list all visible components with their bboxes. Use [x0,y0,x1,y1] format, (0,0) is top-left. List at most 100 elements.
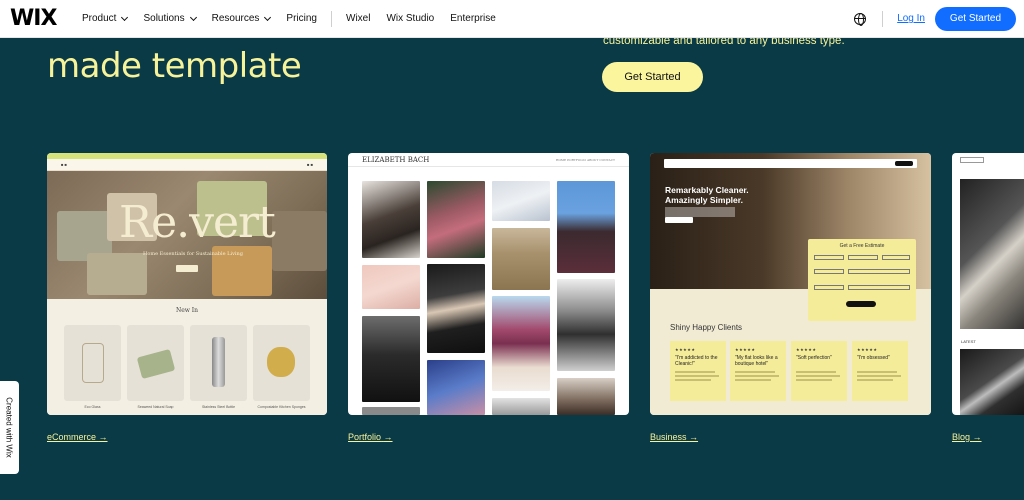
template-link-business[interactable]: Business → [650,432,698,442]
portfolio-photo [557,279,615,371]
ecommerce-tagline: Home Essentials for Sustainable Living [143,251,243,257]
template-label: Blog [952,432,971,442]
product-tile [64,325,121,401]
testimonial-quote: "I'm addicted to the Cleanic!" [675,355,718,367]
ecommerce-products-section: New In Eco Glass Seaweed Natural Soap St… [47,299,327,415]
portfolio-nav: HOME PORTFOLIO ABOUT CONTACT [555,157,615,162]
sponge-illustration [267,347,295,377]
blog-hero-image [960,179,1024,329]
portfolio-photo [427,360,485,415]
get-started-hero-button[interactable]: Get Started [602,62,703,92]
testimonial-card: ★★★★★ "I'm obsessed" [852,341,908,401]
blog-post-image [960,349,1024,415]
menu-solutions[interactable]: Solutions [143,13,197,24]
business-headline-line: Remarkably Cleaner. [665,185,749,195]
product-tile [127,325,184,401]
template-card-blog[interactable]: LATEST [952,153,1024,415]
form-field [848,269,910,274]
preview-nav: ■ ■ ■ ■ [47,159,327,171]
rating-stars-icon: ★★★★★ [857,347,878,352]
new-in-heading: New In [175,307,199,314]
arrow-right-icon: → [98,432,108,442]
portfolio-photo [557,378,615,415]
product-tile [190,325,247,401]
portfolio-photo [427,264,485,353]
top-navigation: WIX Product Solutions Resources Pricing … [0,0,1024,38]
rating-stars-icon: ★★★★★ [675,347,696,352]
product-tile [253,325,310,401]
clients-heading: Shiny Happy Clients [670,323,743,332]
bottle-illustration [212,337,225,387]
text-line [857,379,893,381]
created-with-wix-badge[interactable]: Created with Wix [0,381,19,474]
template-link-blog[interactable]: Blog → [952,432,982,442]
estimate-form: Get a Free Estimate [808,239,916,321]
created-with-wix-text: Created with Wix [5,397,14,458]
business-headline-line: Amazingly Simpler. [665,195,743,205]
testimonial-card: ★★★★★ "Soft perfection" [791,341,847,401]
text-line [857,375,901,377]
portfolio-photo [362,181,420,258]
portfolio-header: ELIZABETH BACH HOME PORTFOLIO ABOUT CONTA… [348,153,629,167]
text-line [735,371,775,373]
form-field [848,285,910,290]
preview-nav-left: ■ ■ [61,162,67,167]
menu-pricing[interactable]: Pricing [286,13,317,24]
template-card-ecommerce[interactable]: ■ ■ ■ ■ Re.vert Home Essentials for Susta… [47,153,327,415]
form-field [814,269,844,274]
globe-icon[interactable] [854,12,867,26]
text-line [675,375,719,377]
nav-actions: Log In Get Started [854,6,1024,31]
portfolio-photo [492,228,550,290]
rating-stars-icon: ★★★★★ [796,347,817,352]
chevron-down-icon [189,13,197,21]
shop-now-button [176,265,198,272]
business-preview-nav [664,159,917,168]
form-field [814,285,844,290]
text-line [796,379,832,381]
wix-logo[interactable]: WIX [10,6,62,31]
menu-wix-studio[interactable]: Wix Studio [386,13,434,24]
menu-product[interactable]: Product [82,13,129,24]
login-link[interactable]: Log In [897,13,925,24]
testimonial-card: ★★★★★ "My flat looks like a boutique hot… [730,341,786,401]
testimonial-quote: "My flat looks like a boutique hotel" [735,355,778,367]
template-label: eCommerce [47,432,97,442]
menu-pricing-label: Pricing [286,13,317,24]
menu-enterprise[interactable]: Enterprise [450,13,496,24]
nav-divider [882,10,884,27]
business-book-button [895,161,913,166]
portfolio-photo [557,181,615,273]
testimonial-quote: "I'm obsessed" [857,355,890,361]
template-link-portfolio[interactable]: Portfolio → [348,432,393,442]
menu-wixel[interactable]: Wixel [346,13,370,24]
arrow-right-icon: → [689,432,699,442]
product-name: Stainless Steel Bottle [201,405,236,409]
template-card-business[interactable]: Remarkably Cleaner. Amazingly Simpler. Sh… [650,153,931,415]
glass-jar-illustration [82,343,104,383]
business-cta [665,217,693,223]
menu-divider [331,10,332,27]
text-line [735,379,771,381]
arrow-right-icon: → [972,432,982,442]
menu-resources[interactable]: Resources [211,13,272,24]
menu-resources-label: Resources [211,13,260,24]
portfolio-photo [362,316,420,402]
form-field [882,255,910,260]
template-card-portfolio[interactable]: ELIZABETH BACH HOME PORTFOLIO ABOUT CONTA… [348,153,629,415]
business-headline: Remarkably Cleaner. Amazingly Simpler. [665,185,749,205]
template-link-ecommerce[interactable]: eCommerce → [47,432,108,442]
chevron-down-icon [264,13,272,21]
chevron-down-icon [121,13,129,21]
soap-illustration [136,348,176,380]
testimonial-card: ★★★★★ "I'm addicted to the Cleanic!" [670,341,726,401]
product-name: Eco Glass [84,405,101,409]
get-started-nav-button[interactable]: Get Started [935,6,1016,31]
text-line [857,371,897,373]
blog-tag [960,157,984,163]
portfolio-photo [362,265,420,309]
ecommerce-brand: Re.vert [119,197,276,248]
form-field [848,255,878,260]
menu-product-label: Product [82,13,117,24]
main-menu: Product Solutions Resources Pricing Wixe… [82,10,512,27]
